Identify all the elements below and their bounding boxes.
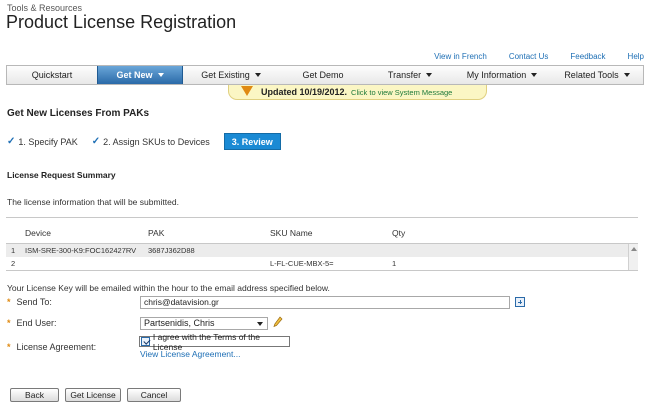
column-header-sku: SKU Name: [270, 228, 313, 238]
top-links: View in French Contact Us Feedback Help: [434, 52, 644, 61]
step-label: 2. Assign SKUs to Devices: [103, 136, 210, 147]
warning-icon: [241, 86, 253, 96]
step-specify-pak[interactable]: ✓ 1. Specify PAK: [7, 136, 78, 147]
nav-related-tools[interactable]: Related Tools: [551, 66, 643, 84]
send-to-input[interactable]: chris@datavision.gr: [140, 296, 510, 309]
email-note: Your License Key will be emailed within …: [7, 283, 330, 293]
back-button[interactable]: Back: [10, 388, 59, 402]
nav-label: Get New: [116, 70, 153, 80]
cell-pak: 3687J362D88: [148, 246, 195, 255]
chevron-down-icon: [254, 73, 261, 77]
step-label: 1. Specify PAK: [18, 136, 78, 147]
nav-label: Quickstart: [31, 70, 73, 80]
cancel-button[interactable]: Cancel: [127, 388, 181, 402]
add-email-icon[interactable]: [515, 297, 525, 307]
end-user-value: Partsenidis, Chris: [144, 318, 215, 328]
nav-get-demo[interactable]: Get Demo: [279, 66, 367, 84]
chevron-down-icon: [257, 322, 263, 326]
agree-checkbox[interactable]: [141, 337, 150, 346]
step-label: 3. Review: [231, 136, 273, 147]
nav-label: Transfer: [387, 70, 422, 80]
required-marker: *: [7, 318, 11, 328]
view-license-agreement-link[interactable]: View License Agreement...: [140, 349, 241, 359]
table-row[interactable]: 1 ISM-SRE-300-K9:FOC162427RV 3687J362D88: [6, 244, 628, 257]
table-scrollbar[interactable]: [628, 244, 638, 270]
nav-label: Get Existing: [201, 70, 250, 80]
nav-transfer[interactable]: Transfer: [367, 66, 453, 84]
nav-label: Related Tools: [564, 70, 619, 80]
required-marker: *: [7, 342, 11, 352]
chevron-down-icon: [623, 73, 630, 77]
end-user-label: End User:: [16, 318, 57, 328]
nav-get-existing[interactable]: Get Existing: [183, 66, 279, 84]
main-nav: Quickstart Get New Get Existing Get Demo…: [6, 65, 644, 85]
cell-sku: L-FL-CUE-MBX-5=: [270, 259, 334, 268]
required-marker: *: [7, 297, 11, 307]
table-divider: [6, 217, 638, 218]
system-message-updated: Updated 10/19/2012.: [261, 87, 348, 97]
agreement-label: License Agreement:: [16, 342, 97, 352]
nav-my-information[interactable]: My Information: [453, 66, 551, 84]
agreement-row: * License Agreement:: [7, 342, 96, 352]
nav-label: Get Demo: [302, 70, 344, 80]
pencil-icon[interactable]: [273, 316, 283, 328]
feedback-link[interactable]: Feedback: [570, 52, 605, 61]
page-title: Product License Registration: [6, 12, 237, 32]
nav-quickstart[interactable]: Quickstart: [7, 66, 97, 84]
help-link[interactable]: Help: [628, 52, 644, 61]
step-assign-skus[interactable]: ✓ 2. Assign SKUs to Devices: [92, 136, 210, 147]
checkmark-icon: ✓: [91, 136, 101, 147]
row-index: 2: [11, 259, 16, 268]
summary-title: License Request Summary: [7, 170, 116, 180]
contact-us-link[interactable]: Contact Us: [509, 52, 549, 61]
summary-description: The license information that will be sub…: [7, 197, 179, 207]
step-review[interactable]: 3. Review: [223, 133, 281, 150]
send-to-label: Send To:: [16, 297, 52, 307]
chevron-down-icon: [426, 73, 433, 77]
column-header-device: Device: [25, 228, 51, 238]
scroll-up-icon[interactable]: [631, 247, 637, 251]
action-buttons: Back Get License Cancel: [10, 388, 181, 402]
view-in-french-link[interactable]: View in French: [434, 52, 487, 61]
section-title: Get New Licenses From PAKs: [7, 108, 150, 119]
end-user-select[interactable]: Partsenidis, Chris: [140, 317, 268, 330]
agree-terms-checkbox-row[interactable]: I agree with the Terms of the License: [139, 332, 290, 352]
nav-get-new[interactable]: Get New: [97, 66, 183, 84]
table-divider: [6, 270, 638, 271]
cell-device: ISM-SRE-300-K9:FOC162427RV: [25, 246, 137, 255]
chevron-down-icon: [531, 73, 538, 77]
column-header-qty: Qty: [392, 228, 406, 238]
send-to-row: * Send To:: [7, 297, 52, 307]
checkmark-icon: ✓: [7, 136, 16, 147]
column-header-pak: PAK: [148, 228, 165, 238]
end-user-row: * End User:: [7, 318, 57, 328]
table-row[interactable]: 2 L-FL-CUE-MBX-5= 1: [6, 257, 628, 270]
row-index: 1: [11, 246, 16, 255]
wizard-steps: ✓ 1. Specify PAK ✓ 2. Assign SKUs to Dev…: [7, 133, 295, 150]
system-message-link[interactable]: Click to view System Message: [351, 88, 452, 97]
system-message-bar: Updated 10/19/2012. Click to view System…: [228, 85, 487, 100]
cell-qty: 1: [392, 259, 397, 268]
get-license-button[interactable]: Get License: [65, 388, 121, 402]
chevron-down-icon: [157, 73, 164, 77]
nav-label: My Information: [466, 70, 527, 80]
